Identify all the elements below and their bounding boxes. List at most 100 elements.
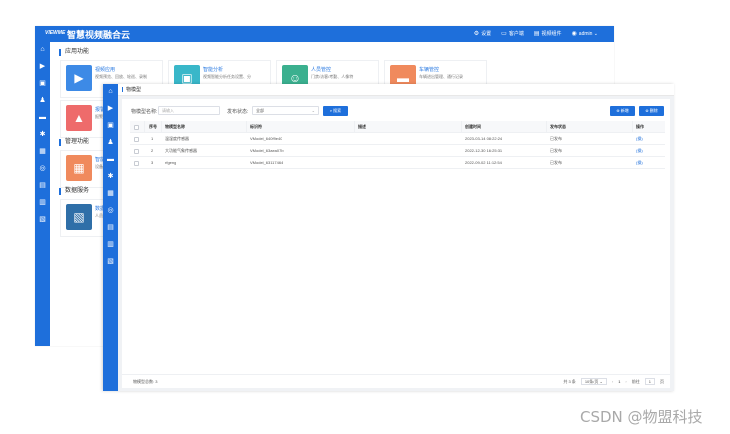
cell-index: 1	[151, 136, 154, 141]
device-icon[interactable]: ▦	[38, 147, 47, 156]
table-row[interactable]: 3 rfgeng VModel_63117464 2022-09-02 11:1…	[130, 157, 665, 169]
storage-icon[interactable]: ◎	[38, 164, 47, 173]
doc-icon[interactable]: ▧	[38, 215, 47, 224]
col-divider	[354, 121, 355, 133]
cell-created: 2022-12-30 16:25:31	[465, 148, 503, 153]
cell-name: rfgeng	[165, 160, 177, 165]
col-index: 序号	[149, 124, 157, 129]
row-checkbox[interactable]	[134, 137, 139, 142]
cell-identifier: VModel_63117464	[250, 160, 284, 165]
status-select[interactable]: 全部 ⌄	[252, 106, 319, 115]
alarm-icon: ▲	[66, 105, 92, 131]
select-all-checkbox[interactable]	[134, 125, 139, 130]
camera-icon: ▶	[66, 65, 92, 91]
card-desc: 人员	[95, 213, 103, 218]
person-icon[interactable]: ♟	[106, 138, 115, 147]
name-filter-label: 物模型名称:	[131, 109, 158, 115]
search-button[interactable]: ⌕ 搜索	[323, 106, 348, 116]
top-bar: VIEWME 智慧视频融合云 ⚙ 设置 ▭ 客户端 ▤ 视频组件 ◉ admin ⌄	[35, 26, 614, 42]
cell-status: 已发布	[550, 160, 562, 165]
status-select-value: 全部	[256, 108, 264, 113]
name-filter-input[interactable]: 请输入	[158, 106, 220, 115]
status-filter-label: 发布状态:	[227, 109, 249, 115]
alarm-icon[interactable]: ✱	[106, 172, 115, 181]
camera-icon[interactable]: ▶	[38, 62, 47, 71]
card-desc: 车辆进出管理、通行记录	[419, 74, 463, 79]
page-size-select[interactable]: 10条/页 ⌄	[580, 378, 607, 385]
cell-index: 2	[151, 148, 154, 153]
next-page-icon[interactable]: ›	[625, 379, 626, 384]
col-divider	[144, 121, 145, 133]
user-menu[interactable]: ◉ admin ⌄	[572, 31, 598, 37]
thing-model-window: ⌂ ▶ ▣ ♟ ▬ ✱ ▦ ◎ ▤ ▥ ▧ 物模型 物模型名称: 请输入 发布状…	[103, 84, 674, 391]
settings-link[interactable]: ⚙ 设置	[473, 30, 492, 38]
content-panel: 物模型名称: 请输入 发布状态: 全部 ⌄ ⌕ 搜索 ⊕ 新增 ⊗ 删除 序号 物…	[122, 99, 670, 388]
table-row[interactable]: 1 温湿度传感器 VModel_640f9e40 2023-03-14 08:2…	[130, 133, 665, 145]
settings-label: 设置	[481, 31, 492, 37]
storage-icon[interactable]: ◎	[106, 206, 115, 215]
row-checkbox[interactable]	[134, 149, 139, 154]
alarm-icon[interactable]: ✱	[38, 130, 47, 139]
table-row[interactable]: 2 大功能气象传感器 VModel_63aea07b 2022-12-30 16…	[130, 145, 665, 157]
col-action: 操作	[636, 124, 644, 129]
edit-link[interactable]: (操)	[636, 145, 643, 157]
chevron-down-icon: ⌄	[311, 108, 315, 113]
card-desc: 报警	[95, 114, 103, 119]
card-title: 人员管控	[311, 67, 332, 73]
device-icon[interactable]: ▦	[106, 189, 115, 198]
doc-icon[interactable]: ▧	[106, 257, 115, 266]
col-divider	[461, 121, 462, 133]
print-icon[interactable]: ▥	[38, 198, 47, 207]
table-header-row: 序号 物模型名称 标识符 描述 创建时间 发布状态 操作	[130, 121, 665, 133]
top-actions: ⚙ 设置 ▭ 客户端 ▤ 视频组件 ◉ admin ⌄	[473, 30, 598, 38]
screen-icon[interactable]: ▤	[106, 223, 115, 232]
sidebar-front: ⌂ ▶ ▣ ♟ ▬ ✱ ▦ ◎ ▤ ▥ ▧	[103, 84, 118, 391]
camera-icon[interactable]: ▶	[106, 104, 115, 113]
col-divider	[161, 121, 162, 133]
home-icon[interactable]: ⌂	[106, 87, 115, 96]
col-status: 发布状态	[550, 124, 566, 129]
car-icon[interactable]: ▬	[106, 155, 115, 164]
video-component-icon: ▤	[533, 30, 540, 37]
sidebar-back: ⌂ ▶ ▣ ♟ ▬ ✱ ▦ ◎ ▤ ▥ ▧	[35, 42, 50, 346]
cell-name: 温湿度传感器	[165, 136, 189, 141]
edit-link[interactable]: (操)	[636, 133, 643, 145]
tab-thing-model[interactable]: 物模型	[122, 86, 141, 93]
card-desc: 门禁/访客/考勤、人像特	[311, 74, 354, 79]
card-desc: 视频智能分析任务设置、分	[203, 74, 251, 79]
client-link[interactable]: ▭ 客户端	[501, 30, 524, 38]
goto-label: 前往	[631, 378, 640, 384]
tab-bar: 物模型	[118, 84, 674, 96]
row-checkbox[interactable]	[134, 161, 139, 166]
video-component-link[interactable]: ▤ 视频组件	[533, 30, 562, 38]
cell-name: 大功能气象传感器	[165, 148, 197, 153]
prev-page-icon[interactable]: ‹	[612, 379, 613, 384]
delete-button[interactable]: ⊗ 删除	[639, 106, 664, 116]
edit-link[interactable]: (操)	[636, 157, 643, 169]
watermark: CSDN @物盟科技	[580, 408, 703, 426]
col-created: 创建时间	[465, 124, 481, 129]
cell-identifier: VModel_640f9e40	[250, 136, 283, 141]
section-data-title: 数据服务	[59, 188, 89, 195]
card-title: 视频应用	[95, 67, 116, 73]
col-desc: 描述	[358, 124, 366, 129]
total-count: 物模型总数: 3	[133, 379, 157, 385]
add-button[interactable]: ⊕ 新增	[610, 106, 635, 116]
current-page[interactable]: 1	[618, 379, 620, 384]
monitor-icon[interactable]: ▣	[106, 121, 115, 130]
print-icon[interactable]: ▥	[106, 240, 115, 249]
user-name: admin ⌄	[578, 30, 598, 37]
user-icon: ◉	[571, 30, 577, 37]
monitor-icon[interactable]: ▣	[38, 79, 47, 88]
person-icon[interactable]: ♟	[38, 96, 47, 105]
col-divider	[546, 121, 547, 133]
client-icon: ▭	[501, 30, 507, 37]
cell-index: 3	[151, 160, 154, 165]
screen-icon[interactable]: ▤	[38, 181, 47, 190]
home-icon[interactable]: ⌂	[38, 45, 47, 54]
goto-page-input[interactable]: 1	[644, 378, 655, 385]
settings-icon: ⚙	[473, 30, 480, 37]
car-icon[interactable]: ▬	[38, 113, 47, 122]
logo: VIEWME	[45, 30, 66, 36]
col-identifier: 标识符	[250, 124, 262, 129]
